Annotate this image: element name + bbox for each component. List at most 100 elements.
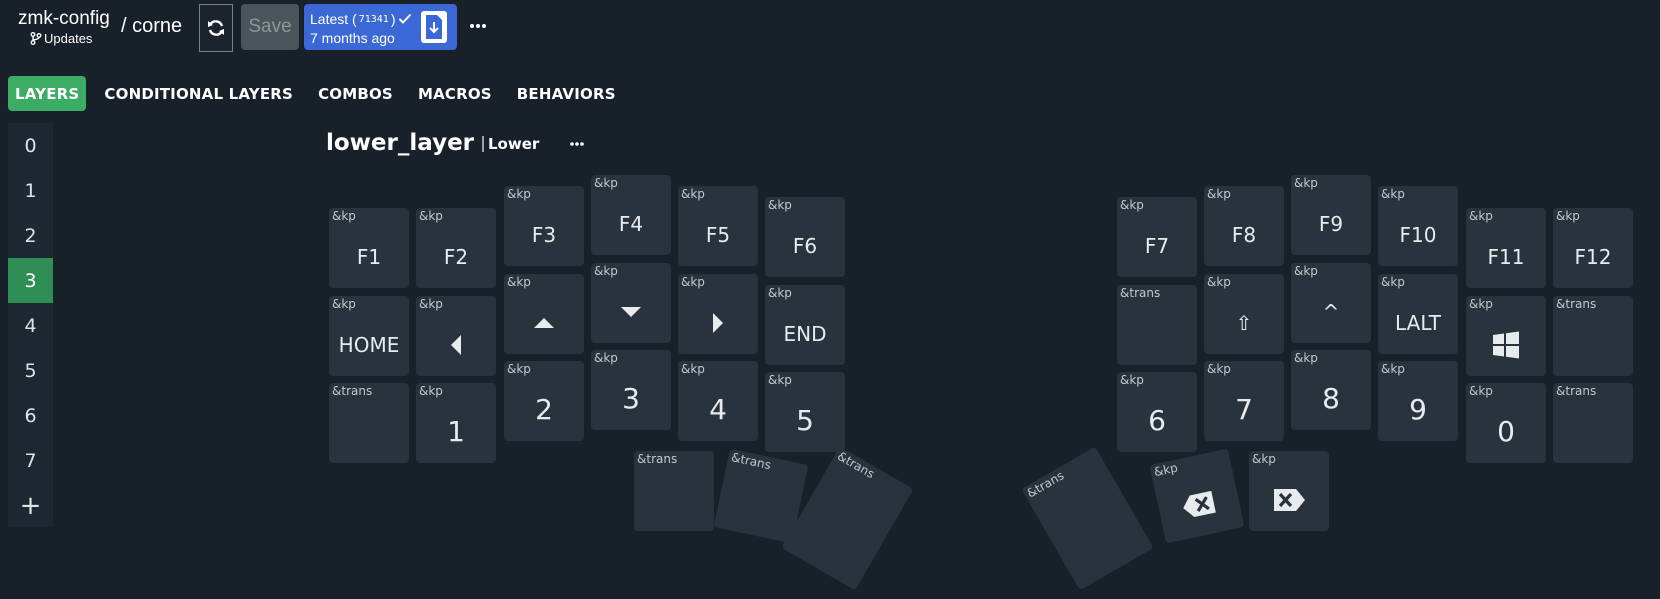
key-behavior: &kp (507, 362, 531, 376)
key-behavior: &kp (681, 362, 705, 376)
key-behavior: &kp (507, 187, 531, 201)
key-36[interactable]: &trans (634, 451, 714, 531)
key-behavior: &kp (594, 264, 618, 278)
key-behavior: &trans (1556, 384, 1597, 398)
key-behavior: &trans (332, 384, 373, 398)
key-behavior: &kp (1381, 275, 1405, 289)
key-12[interactable]: &kp HOME (329, 296, 409, 376)
key-behavior: &trans (1556, 297, 1597, 311)
key-15[interactable]: &kp (591, 263, 671, 343)
key-behavior: &kp (1252, 452, 1276, 466)
key-param: 8 (1322, 382, 1340, 415)
key-19[interactable]: &kp ⇧ (1204, 274, 1284, 354)
key-param: F8 (1231, 222, 1257, 247)
key-35[interactable]: &trans (1553, 383, 1633, 463)
key-behavior: &kp (419, 297, 443, 311)
key-behavior: &kp (332, 209, 356, 223)
key-param (329, 400, 409, 463)
key-behavior: &kp (1469, 384, 1493, 398)
key-param: 7 (1235, 393, 1253, 426)
key-param: F4 (618, 211, 644, 236)
keyboard-layout: &kp F1 &kp F2 &kp F3 &kp F4 &kp F5 &kp F6 &kp F7 &kp F8… (0, 0, 1660, 599)
key-13[interactable]: &kp (416, 296, 496, 376)
key-param: END (783, 321, 827, 346)
key-7[interactable]: &kp F8 (1204, 186, 1284, 266)
key-8[interactable]: &kp F9 (1291, 175, 1371, 255)
key-29[interactable]: &kp 5 (765, 372, 845, 452)
key-param (1553, 400, 1633, 463)
key-behavior: &trans (637, 452, 678, 466)
key-behavior: &kp (1294, 176, 1318, 190)
key-behavior: &kp (768, 198, 792, 212)
key-behavior: &kp (681, 275, 705, 289)
key-28[interactable]: &kp 4 (678, 361, 758, 441)
key-0[interactable]: &kp F1 (329, 208, 409, 288)
key-1[interactable]: &kp F2 (416, 208, 496, 288)
key-26[interactable]: &kp 2 (504, 361, 584, 441)
key-param: F11 (1487, 244, 1525, 269)
key-40[interactable]: &kp (1149, 448, 1245, 544)
key-27[interactable]: &kp 3 (591, 350, 671, 430)
key-param: LALT (1395, 310, 1441, 335)
key-9[interactable]: &kp F10 (1378, 186, 1458, 266)
key-behavior: &kp (1294, 264, 1318, 278)
key-4[interactable]: &kp F5 (678, 186, 758, 266)
key-17[interactable]: &kp END (765, 285, 845, 365)
key-25[interactable]: &kp 1 (416, 383, 496, 463)
key-behavior: &kp (419, 384, 443, 398)
key-param: F12 (1574, 244, 1612, 269)
key-5[interactable]: &kp F6 (765, 197, 845, 277)
key-behavior: &kp (594, 176, 618, 190)
key-behavior: &kp (507, 275, 531, 289)
key-3[interactable]: &kp F4 (591, 175, 671, 255)
key-behavior: &kp (419, 209, 443, 223)
key-behavior: &kp (1294, 351, 1318, 365)
key-20[interactable]: &kp ^ (1291, 263, 1371, 343)
key-14[interactable]: &kp (504, 274, 584, 354)
key-23[interactable]: &trans (1553, 296, 1633, 376)
key-param: 3 (622, 382, 640, 415)
key-39[interactable]: &trans (1021, 446, 1154, 591)
key-param: 9 (1409, 393, 1427, 426)
key-16[interactable]: &kp (678, 274, 758, 354)
key-10[interactable]: &kp F11 (1466, 208, 1546, 288)
key-33[interactable]: &kp 9 (1378, 361, 1458, 441)
backspace-icon (1153, 465, 1244, 543)
key-behavior: &kp (1469, 209, 1493, 223)
windows-icon (1466, 313, 1546, 376)
key-behavior: &kp (1381, 362, 1405, 376)
key-11[interactable]: &kp F12 (1553, 208, 1633, 288)
key-behavior: &kp (594, 351, 618, 365)
key-31[interactable]: &kp 7 (1204, 361, 1284, 441)
arrow-up-icon (504, 291, 584, 354)
key-param: F6 (792, 233, 818, 258)
key-param: F7 (1144, 233, 1170, 258)
key-behavior: &kp (1207, 275, 1231, 289)
key-6[interactable]: &kp F7 (1117, 197, 1197, 277)
key-param: ^ (1322, 299, 1340, 324)
key-18[interactable]: &trans (1117, 285, 1197, 365)
key-behavior: &kp (1469, 297, 1493, 311)
key-param: F5 (705, 222, 731, 247)
key-41[interactable]: &kp (1249, 451, 1329, 531)
key-param: F9 (1318, 211, 1344, 236)
delete-icon (1249, 468, 1329, 531)
key-param: 5 (796, 404, 814, 437)
key-22[interactable]: &kp (1466, 296, 1546, 376)
key-34[interactable]: &kp 0 (1466, 383, 1546, 463)
key-30[interactable]: &kp 6 (1117, 372, 1197, 452)
key-param: F3 (531, 222, 557, 247)
key-param (1117, 302, 1197, 365)
key-21[interactable]: &kp LALT (1378, 274, 1458, 354)
key-behavior: &kp (1381, 187, 1405, 201)
key-32[interactable]: &kp 8 (1291, 350, 1371, 430)
key-behavior: &kp (332, 297, 356, 311)
key-param: 6 (1148, 404, 1166, 437)
key-24[interactable]: &trans (329, 383, 409, 463)
key-behavior: &kp (681, 187, 705, 201)
key-param: 1 (447, 415, 465, 448)
key-param: F10 (1399, 222, 1437, 247)
key-param: 2 (535, 393, 553, 426)
key-2[interactable]: &kp F3 (504, 186, 584, 266)
key-behavior: &trans (1120, 286, 1161, 300)
